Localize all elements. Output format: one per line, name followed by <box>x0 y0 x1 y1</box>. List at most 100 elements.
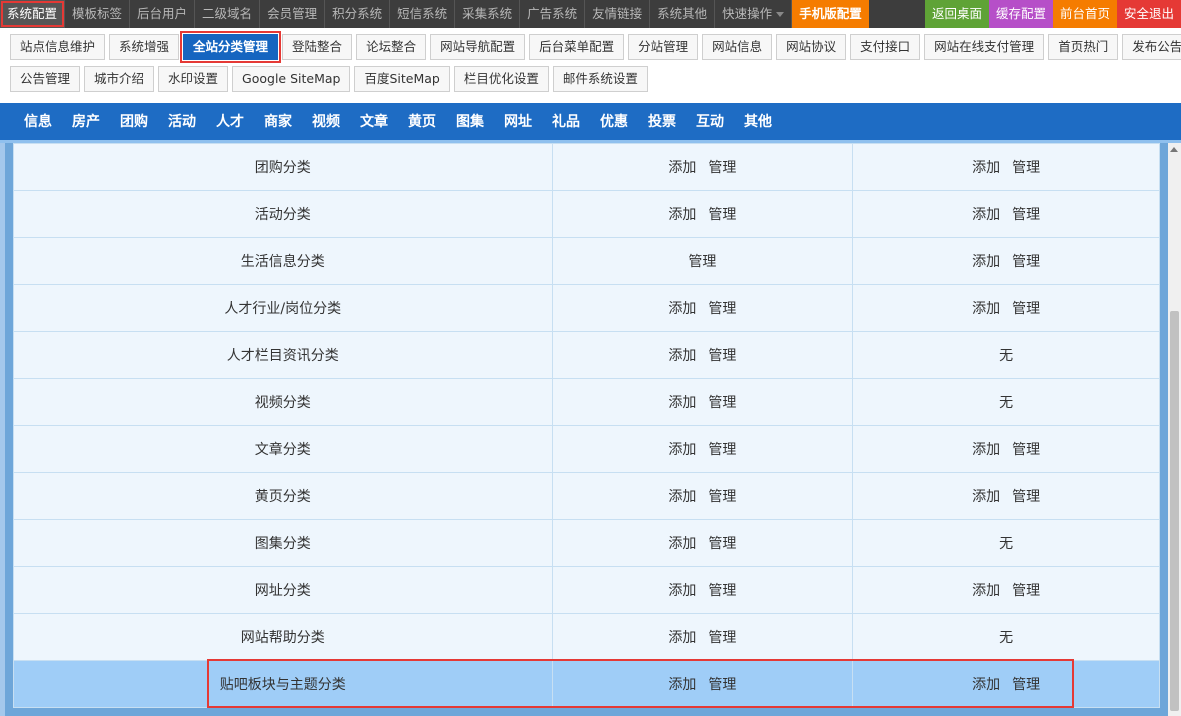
add-link[interactable]: 添加 <box>972 677 1000 693</box>
category-tab[interactable]: 信息 <box>14 103 62 140</box>
category-tab[interactable]: 活动 <box>158 103 206 140</box>
top-menu-item[interactable]: 短信系统 <box>390 0 456 28</box>
sub-nav-tab[interactable]: Google SiteMap <box>232 66 351 92</box>
manage-link[interactable]: 管理 <box>708 348 736 364</box>
manage-link[interactable]: 管理 <box>708 677 736 693</box>
category-tab[interactable]: 房产 <box>62 103 110 140</box>
category-actions-cell: 添加 管理 <box>551 190 854 238</box>
top-menu-item[interactable]: 广告系统 <box>520 0 586 28</box>
category-tab[interactable]: 网址 <box>494 103 542 140</box>
manage-link[interactable]: 管理 <box>1012 207 1040 223</box>
scroll-up-arrow-icon[interactable] <box>1170 147 1178 152</box>
sub-nav-tab[interactable]: 网站信息 <box>702 34 773 60</box>
top-menu-item[interactable]: 手机版配置 <box>792 0 869 28</box>
sub-nav-tab[interactable]: 分站管理 <box>628 34 699 60</box>
add-link[interactable]: 添加 <box>972 254 1000 270</box>
add-link[interactable]: 添加 <box>972 301 1000 317</box>
sub-nav-tab[interactable]: 支付接口 <box>850 34 921 60</box>
add-link[interactable]: 添加 <box>668 160 696 176</box>
manage-link[interactable]: 管理 <box>1012 489 1040 505</box>
sub-nav-tab[interactable]: 系统增强 <box>109 34 180 60</box>
top-menu-item[interactable]: 友情链接 <box>585 0 651 28</box>
sub-nav-tab[interactable]: 邮件系统设置 <box>552 66 648 92</box>
top-menu-item[interactable]: 会员管理 <box>260 0 326 28</box>
subcategory-actions-cell: 添加 管理 <box>852 237 1160 285</box>
add-link[interactable]: 添加 <box>668 207 696 223</box>
category-tab[interactable]: 商家 <box>254 103 302 140</box>
none-text: 无 <box>999 395 1014 411</box>
scrollbar-thumb[interactable] <box>1170 311 1179 711</box>
category-tab[interactable]: 黄页 <box>398 103 446 140</box>
chevron-down-icon <box>776 12 785 17</box>
manage-link[interactable]: 管理 <box>1012 254 1040 270</box>
manage-link[interactable]: 管理 <box>708 442 736 458</box>
sub-nav-tab[interactable]: 百度SiteMap <box>354 66 450 92</box>
category-tab[interactable]: 其他 <box>734 103 782 140</box>
sub-nav-tab[interactable]: 水印设置 <box>158 66 229 92</box>
manage-link[interactable]: 管理 <box>708 489 736 505</box>
sub-nav-tab[interactable]: 网站在线支付管理 <box>924 34 1045 60</box>
manage-link[interactable]: 管理 <box>708 536 736 552</box>
manage-link[interactable]: 管理 <box>708 207 736 223</box>
manage-link[interactable]: 管理 <box>708 301 736 317</box>
add-link[interactable]: 添加 <box>972 160 1000 176</box>
category-tab[interactable]: 图集 <box>446 103 494 140</box>
top-menu-item[interactable]: 模板标签 <box>65 0 131 28</box>
top-menu-item[interactable]: 系统其他 <box>650 0 716 28</box>
top-action-button[interactable]: 安全退出 <box>1116 0 1181 28</box>
top-menu-item[interactable]: 采集系统 <box>455 0 521 28</box>
manage-link[interactable]: 管理 <box>708 160 736 176</box>
sub-nav-tab[interactable]: 网站协议 <box>776 34 847 60</box>
category-tab[interactable]: 礼品 <box>542 103 590 140</box>
manage-link[interactable]: 管理 <box>1012 677 1040 693</box>
add-link[interactable]: 添加 <box>668 301 696 317</box>
sub-nav-tab[interactable]: 首页热门 <box>1048 34 1119 60</box>
category-tab[interactable]: 视频 <box>302 103 350 140</box>
manage-link[interactable]: 管理 <box>1012 442 1040 458</box>
manage-link[interactable]: 管理 <box>1012 583 1040 599</box>
category-tab[interactable]: 人才 <box>206 103 254 140</box>
sub-nav-tab[interactable]: 论坛整合 <box>356 34 427 60</box>
sub-nav-tab[interactable]: 后台菜单配置 <box>529 34 625 60</box>
manage-link[interactable]: 管理 <box>1012 160 1040 176</box>
top-menu-item[interactable]: 快速操作 <box>715 0 793 28</box>
add-link[interactable]: 添加 <box>668 677 696 693</box>
sub-nav-tab[interactable]: 全站分类管理 <box>180 31 282 63</box>
category-tab[interactable]: 文章 <box>350 103 398 140</box>
add-link[interactable]: 添加 <box>668 395 696 411</box>
add-link[interactable]: 添加 <box>972 489 1000 505</box>
category-tab[interactable]: 互动 <box>686 103 734 140</box>
category-tab[interactable]: 团购 <box>110 103 158 140</box>
sub-nav-tab[interactable]: 栏目优化设置 <box>453 66 549 92</box>
manage-link[interactable]: 管理 <box>708 395 736 411</box>
sub-nav-tab[interactable]: 登陆整合 <box>282 34 353 60</box>
top-action-button[interactable]: 前台首页 <box>1052 0 1117 28</box>
sub-nav-tab[interactable]: 站点信息维护 <box>10 34 106 60</box>
manage-link[interactable]: 管理 <box>688 254 716 270</box>
sub-nav-tab[interactable]: 城市介绍 <box>84 66 155 92</box>
category-tab[interactable]: 优惠 <box>590 103 638 140</box>
add-link[interactable]: 添加 <box>972 583 1000 599</box>
top-menu-item[interactable]: 系统配置 <box>0 0 66 28</box>
add-link[interactable]: 添加 <box>668 442 696 458</box>
add-link[interactable]: 添加 <box>972 207 1000 223</box>
sub-nav-tab[interactable]: 网站导航配置 <box>430 34 526 60</box>
add-link[interactable]: 添加 <box>668 583 696 599</box>
manage-link[interactable]: 管理 <box>708 630 736 646</box>
top-action-button[interactable]: 缓存配置 <box>988 0 1053 28</box>
top-menu-item[interactable]: 二级域名 <box>195 0 261 28</box>
add-link[interactable]: 添加 <box>668 489 696 505</box>
add-link[interactable]: 添加 <box>972 442 1000 458</box>
manage-link[interactable]: 管理 <box>708 583 736 599</box>
category-tab[interactable]: 投票 <box>638 103 686 140</box>
sub-nav-tab[interactable]: 公告管理 <box>10 66 81 92</box>
add-link[interactable]: 添加 <box>668 630 696 646</box>
add-link[interactable]: 添加 <box>668 348 696 364</box>
top-action-button[interactable]: 返回桌面 <box>924 0 989 28</box>
top-menu-item[interactable]: 积分系统 <box>325 0 391 28</box>
add-link[interactable]: 添加 <box>668 536 696 552</box>
scrollbar[interactable] <box>1168 143 1181 716</box>
sub-nav-tab[interactable]: 发布公告 <box>1122 34 1181 60</box>
top-menu-item[interactable]: 后台用户 <box>130 0 196 28</box>
manage-link[interactable]: 管理 <box>1012 301 1040 317</box>
